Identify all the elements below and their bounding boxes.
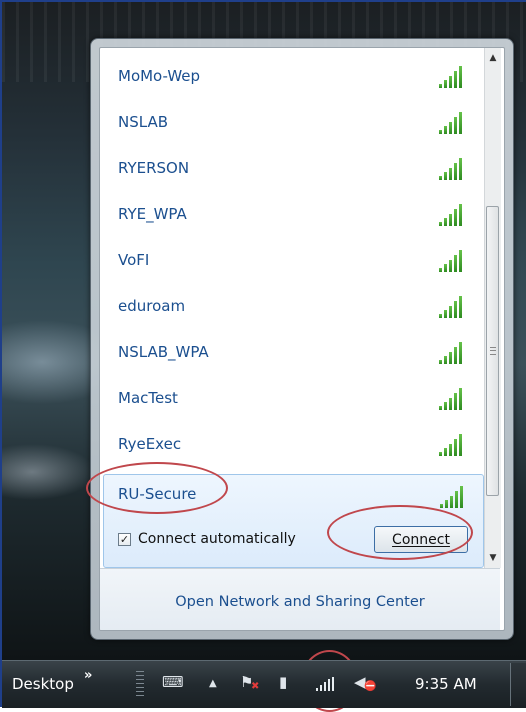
network-list-item[interactable]: NSLAB_WPA xyxy=(100,333,484,373)
network-list-item[interactable]: MacTest xyxy=(100,379,484,419)
network-name: RYE_WPA xyxy=(118,205,187,223)
wifi-signal-icon xyxy=(440,486,464,508)
network-name: RYERSON xyxy=(118,159,190,177)
toolbar-overflow-chevron-icon[interactable]: » xyxy=(84,668,92,683)
network-list-item[interactable]: MoMo-Wep xyxy=(100,57,484,97)
keyboard-icon[interactable]: ⌨ xyxy=(162,673,184,691)
network-list-scrollbar[interactable]: ▲ ▼ xyxy=(484,48,501,568)
network-list-item[interactable]: RyeExec xyxy=(100,425,484,465)
network-name: NSLAB_WPA xyxy=(118,343,209,361)
network-list-item[interactable]: VoFI xyxy=(100,241,484,281)
network-name: NSLAB xyxy=(118,113,168,131)
battery-icon[interactable]: ▮ xyxy=(279,673,287,691)
network-name: MacTest xyxy=(118,389,178,407)
wifi-signal-icon xyxy=(439,112,463,134)
network-list-item[interactable]: eduroam xyxy=(100,287,484,327)
flyout-footer: Open Network and Sharing Center xyxy=(100,568,500,630)
scroll-thumb[interactable] xyxy=(486,206,499,496)
wifi-signal-icon xyxy=(439,204,463,226)
connect-automatically-checkbox[interactable]: ✓ xyxy=(118,532,131,546)
wifi-signal-icon xyxy=(439,388,463,410)
wifi-signal-icon xyxy=(439,158,463,180)
action-center-error-icon: ✖ xyxy=(251,681,260,692)
tray-wifi-signal-icon[interactable] xyxy=(316,677,336,691)
volume-muted-icon: ⛔ xyxy=(364,681,377,692)
connect-automatically-label: Connect automatically xyxy=(138,531,296,547)
open-network-sharing-center-link[interactable]: Open Network and Sharing Center xyxy=(175,594,424,610)
network-list-item[interactable]: RYE_WPA xyxy=(100,195,484,235)
taskbar: Desktop » ⌨ ▲ ⚑ ✖ ▮ ◀ ⛔ 9:35 AM xyxy=(2,660,526,708)
scroll-down-arrow-icon[interactable]: ▼ xyxy=(485,550,501,566)
scroll-grip-icon xyxy=(490,347,496,355)
network-name: VoFI xyxy=(118,251,150,269)
network-name: RyeExec xyxy=(118,435,182,453)
network-list-item[interactable]: RYERSON xyxy=(100,149,484,189)
wifi-signal-icon xyxy=(439,342,463,364)
network-name: eduroam xyxy=(118,297,186,315)
desktop-toolbar-label[interactable]: Desktop xyxy=(12,675,74,693)
taskbar-grip-handle[interactable] xyxy=(136,671,144,699)
annotation-circle-connect xyxy=(327,505,473,560)
scroll-up-arrow-icon[interactable]: ▲ xyxy=(485,50,501,66)
show-desktop-button[interactable] xyxy=(510,663,526,706)
show-hidden-icons-arrow-icon[interactable]: ▲ xyxy=(209,678,217,689)
network-name: MoMo-Wep xyxy=(118,67,201,85)
clock-time[interactable]: 9:35 AM xyxy=(415,675,477,693)
wifi-signal-icon xyxy=(439,250,463,272)
annotation-circle-network xyxy=(86,462,228,514)
wifi-signal-icon xyxy=(439,434,463,456)
connect-automatically-row[interactable]: ✓ Connect automatically xyxy=(118,531,296,547)
wifi-signal-icon xyxy=(439,66,463,88)
wifi-signal-icon xyxy=(439,296,463,318)
network-list-item[interactable]: NSLAB xyxy=(100,103,484,143)
